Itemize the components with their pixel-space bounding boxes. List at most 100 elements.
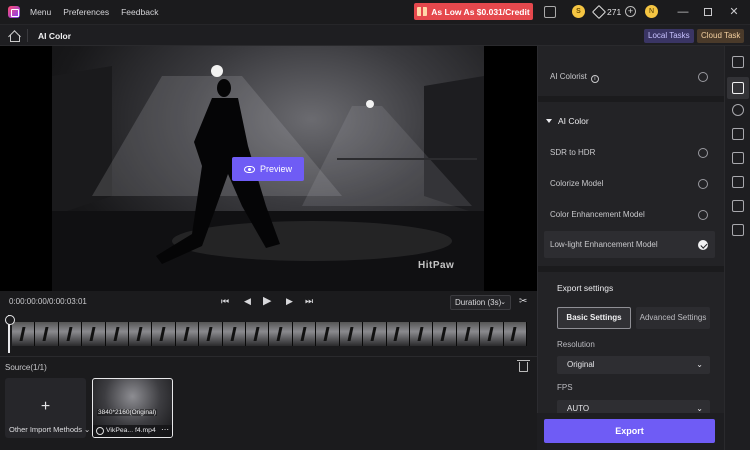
option-color-enhancement-model[interactable]: Color Enhancement Model — [550, 210, 645, 219]
eraser-icon[interactable] — [732, 176, 744, 188]
maximize-icon[interactable] — [701, 5, 715, 19]
timeline-frame — [129, 322, 153, 346]
source-header: Source(1/1) — [0, 356, 537, 376]
section-divider — [538, 96, 725, 102]
option-low-light-enhancement-model[interactable]: Low-light Enhancement Model — [550, 240, 658, 249]
resolution-label: Resolution — [557, 340, 595, 349]
sub-header: AI Color Local Tasks Cloud Task — [0, 24, 750, 46]
home-icon[interactable] — [8, 30, 20, 42]
edit-icon[interactable] — [732, 152, 744, 164]
section-divider — [538, 266, 725, 272]
video-preview-area: Preview HitPaw — [0, 46, 537, 291]
scissors-icon[interactable]: ✂ — [519, 296, 530, 307]
close-icon[interactable]: ✕ — [727, 5, 741, 19]
radio-colorize-model[interactable] — [698, 179, 708, 189]
resolution-select[interactable]: Original ⌄ — [557, 356, 710, 374]
coin-icon[interactable]: S — [572, 5, 585, 18]
plus-icon: + — [40, 398, 51, 415]
menu-menu[interactable]: Menu — [30, 7, 51, 17]
menu-feedback[interactable]: Feedback — [121, 7, 158, 17]
play-tool-icon[interactable] — [732, 224, 744, 236]
tab-basic-settings[interactable]: Basic Settings — [557, 307, 631, 329]
refresh-icon[interactable] — [732, 104, 744, 116]
trash-icon[interactable] — [517, 360, 530, 372]
play-icon[interactable]: ▶ — [263, 294, 271, 307]
add-credits-icon[interactable]: + — [625, 6, 636, 17]
timeline-frame — [58, 322, 83, 346]
timeline-frame — [12, 322, 36, 346]
chevron-down-icon: ⌄ — [84, 425, 91, 434]
timecode: 0:00:00:00/0:00:03:01 — [9, 297, 87, 306]
source-title: Source(1/1) — [5, 363, 47, 372]
next-frame-icon[interactable]: ▶ — [286, 296, 293, 307]
prev-frame-icon[interactable]: ◀ — [244, 296, 251, 307]
title-bar: Menu Preferences Feedback — [0, 0, 750, 24]
video-enhance-icon[interactable] — [732, 56, 744, 68]
eye-icon — [243, 165, 255, 173]
radio-sdr-to-hdr[interactable] — [698, 148, 708, 158]
local-tasks-button[interactable]: Local Tasks — [644, 29, 694, 43]
page-title: AI Color — [38, 31, 72, 41]
timeline-frame — [386, 322, 410, 346]
playhead[interactable] — [5, 315, 15, 353]
timeline-frame — [503, 322, 527, 346]
promo-banner[interactable]: As Low As $0.031/Credit — [414, 3, 533, 20]
chevron-down-icon: ⌄ — [696, 360, 703, 369]
tab-advanced-settings[interactable]: Advanced Settings — [636, 307, 710, 329]
timeline-frame — [175, 322, 200, 346]
clip-name: VikPea... f4.mp4 — [106, 427, 156, 434]
gift-icon — [417, 7, 428, 16]
fps-label: FPS — [557, 383, 573, 392]
timeline-frame — [152, 322, 176, 346]
promo-text: As Low As $0.031/Credit — [431, 6, 530, 17]
timeline-frame — [363, 322, 387, 346]
grid-icon[interactable] — [732, 128, 744, 140]
timeline-frame — [456, 322, 481, 346]
caret-down-icon — [546, 119, 552, 123]
settings-panel: AI Colorist i AI Color SDR to HDR Coloriz… — [537, 46, 725, 450]
more-icon[interactable]: ⋯ — [161, 425, 169, 434]
timeline-frame — [246, 322, 270, 346]
radio-color-enhancement-model[interactable] — [698, 210, 708, 220]
cloud-task-button[interactable]: Cloud Task — [697, 29, 745, 43]
preview-button-label: Preview — [259, 164, 292, 174]
thumbnail-strip[interactable] — [12, 322, 527, 346]
tool-strip — [724, 46, 750, 450]
message-icon[interactable] — [544, 6, 556, 18]
timeline-frame — [409, 322, 434, 346]
divider — [27, 29, 28, 42]
menu-preferences[interactable]: Preferences — [63, 7, 109, 17]
clip-status-icon — [96, 427, 104, 435]
playback-controls: 0:00:00:00/0:00:03:01 ⏮ ◀ ▶ ▶ ⏭ Duration… — [0, 291, 537, 313]
resolution-value: Original — [567, 360, 595, 369]
duration-dropdown[interactable]: Duration (3s) ⌄ — [450, 295, 511, 310]
timeline-frame — [433, 322, 457, 346]
import-label: Other Import Methods ⌄ — [9, 425, 91, 434]
source-clip[interactable]: 3840*2160(Original) VikPea... f4.mp4 ⋯ — [92, 378, 173, 438]
export-button[interactable]: Export — [544, 419, 715, 443]
import-button[interactable]: + Other Import Methods ⌄ — [5, 378, 90, 438]
skip-end-icon[interactable]: ⏭ — [305, 296, 313, 307]
skip-start-icon[interactable]: ⏮ — [221, 296, 229, 307]
ai-color-section-title[interactable]: AI Color — [546, 116, 589, 126]
info-icon[interactable]: i — [590, 75, 599, 83]
avatar[interactable]: N — [645, 5, 658, 18]
fps-value: AUTO — [567, 404, 590, 413]
timeline-frame — [316, 322, 340, 346]
timeline-frame — [222, 322, 247, 346]
ai-color-icon[interactable] — [732, 82, 744, 94]
app-logo-icon — [8, 6, 20, 18]
timeline-frame — [82, 322, 106, 346]
crop-icon[interactable] — [732, 200, 744, 212]
timeline-frame — [105, 322, 130, 346]
timeline[interactable] — [0, 313, 537, 356]
ai-colorist-label: AI Colorist i — [550, 72, 599, 83]
ai-colorist-radio[interactable] — [698, 72, 708, 82]
preview-button[interactable]: Preview — [232, 157, 304, 181]
timeline-frame — [269, 322, 293, 346]
minimize-icon[interactable]: — — [676, 5, 690, 19]
option-colorize-model[interactable]: Colorize Model — [550, 179, 603, 188]
option-sdr-to-hdr[interactable]: SDR to HDR — [550, 148, 595, 157]
export-settings-title: Export settings — [557, 283, 614, 293]
radio-low-light-enhancement-model[interactable] — [698, 240, 708, 250]
